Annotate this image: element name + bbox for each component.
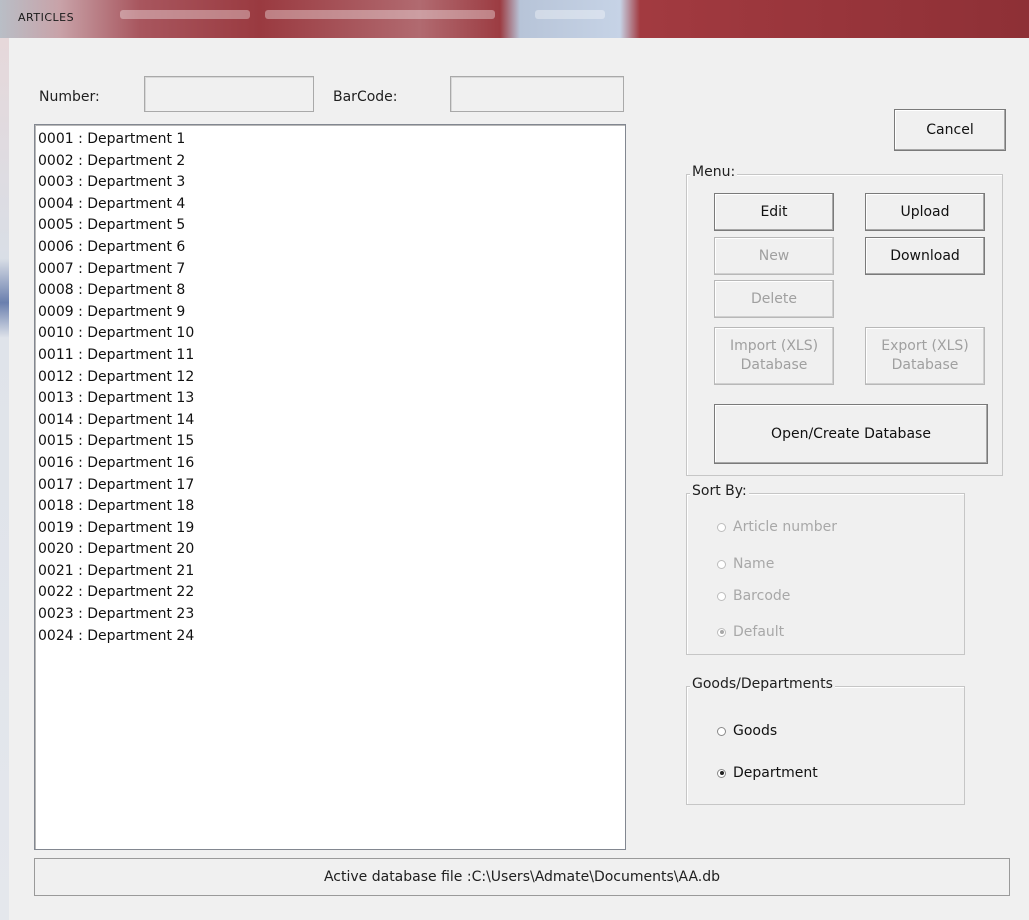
sort-article-number-label: Article number [733, 519, 838, 535]
blurred-tab [120, 10, 250, 19]
import-xls-line2: Database [740, 357, 808, 373]
list-item[interactable]: 0021 : Department 21 [38, 561, 625, 583]
radio-selected-icon [717, 627, 726, 637]
goods-label: Goods [733, 723, 778, 739]
export-xls-button[interactable]: Export (XLS) Database [865, 327, 985, 385]
status-bar: Active database file :C:\Users\Admate\Do… [34, 858, 1010, 896]
delete-button-label: Delete [751, 290, 797, 307]
department-label: Department [733, 765, 818, 781]
export-xls-line1: Export (XLS) [881, 338, 969, 354]
list-item[interactable]: 0007 : Department 7 [38, 259, 625, 281]
sort-barcode-radio[interactable]: Barcode [717, 588, 790, 604]
sort-name-label: Name [733, 556, 775, 572]
barcode-field[interactable] [450, 76, 624, 112]
list-item[interactable]: 0022 : Department 22 [38, 582, 625, 604]
list-item[interactable]: 0011 : Department 11 [38, 345, 625, 367]
list-item[interactable]: 0001 : Department 1 [38, 129, 625, 151]
list-item[interactable]: 0016 : Department 16 [38, 453, 625, 475]
list-item[interactable]: 0015 : Department 15 [38, 431, 625, 453]
goods-radio[interactable]: Goods [717, 723, 777, 739]
number-label: Number: [39, 89, 100, 105]
edit-button[interactable]: Edit [714, 193, 834, 231]
department-radio[interactable]: Department [717, 765, 818, 781]
delete-button[interactable]: Delete [714, 280, 834, 318]
radio-icon [717, 591, 726, 601]
goods-departments-group: Goods/Departments [686, 676, 965, 805]
sort-name-radio[interactable]: Name [717, 556, 774, 572]
goods-departments-legend: Goods/Departments [690, 676, 835, 692]
upload-button[interactable]: Upload [865, 193, 985, 231]
list-item[interactable]: 0008 : Department 8 [38, 280, 625, 302]
list-item[interactable]: 0009 : Department 9 [38, 302, 625, 324]
blurred-tab [265, 10, 495, 19]
radio-icon [717, 559, 726, 569]
title-bar[interactable]: ARTICLES [0, 0, 1029, 38]
list-item[interactable]: 0020 : Department 20 [38, 539, 625, 561]
list-item[interactable]: 0018 : Department 18 [38, 496, 625, 518]
sort-default-radio[interactable]: Default [717, 624, 784, 640]
new-button[interactable]: New [714, 237, 834, 275]
export-xls-line2: Database [891, 357, 959, 373]
department-list[interactable]: 0001 : Department 1 0002 : Department 2 00… [34, 124, 626, 850]
radio-icon [717, 726, 726, 736]
list-item[interactable]: 0024 : Department 24 [38, 626, 625, 648]
sort-by-legend: Sort By: [690, 483, 749, 499]
list-item[interactable]: 0006 : Department 6 [38, 237, 625, 259]
list-item[interactable]: 0005 : Department 5 [38, 215, 625, 237]
window-title: ARTICLES [18, 11, 75, 24]
list-item[interactable]: 0002 : Department 2 [38, 151, 625, 173]
import-xls-line1: Import (XLS) [729, 338, 819, 354]
import-xls-button[interactable]: Import (XLS) Database [714, 327, 834, 385]
number-field[interactable] [144, 76, 314, 112]
list-item[interactable]: 0012 : Department 12 [38, 367, 625, 389]
list-item[interactable]: 0004 : Department 4 [38, 194, 625, 216]
list-item[interactable]: 0014 : Department 14 [38, 410, 625, 432]
window-left-edge [0, 38, 9, 920]
sort-default-label: Default [733, 624, 785, 640]
radio-selected-icon [717, 768, 726, 778]
menu-legend: Menu: [690, 164, 738, 180]
download-button[interactable]: Download [865, 237, 985, 275]
sort-barcode-label: Barcode [733, 588, 791, 604]
sort-article-number-radio[interactable]: Article number [717, 519, 837, 535]
cancel-button[interactable]: Cancel [894, 109, 1006, 151]
list-item[interactable]: 0003 : Department 3 [38, 172, 625, 194]
articles-window: Number: BarCode: 0001 : Department 1 0002… [9, 38, 1029, 920]
department-list-items: 0001 : Department 1 0002 : Department 2 00… [35, 125, 625, 647]
list-item[interactable]: 0010 : Department 10 [38, 323, 625, 345]
list-item[interactable]: 0017 : Department 17 [38, 475, 625, 497]
radio-icon [717, 522, 726, 532]
blurred-tab [535, 10, 605, 19]
list-item[interactable]: 0019 : Department 19 [38, 518, 625, 540]
list-item[interactable]: 0013 : Department 13 [38, 388, 625, 410]
open-create-database-button[interactable]: Open/Create Database [714, 404, 988, 464]
list-item[interactable]: 0023 : Department 23 [38, 604, 625, 626]
active-database-text: Active database file :C:\Users\Admate\Do… [323, 869, 721, 885]
barcode-label: BarCode: [333, 89, 398, 105]
